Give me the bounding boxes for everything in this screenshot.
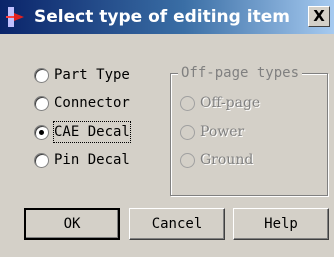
radio-button-ground[interactable] bbox=[180, 153, 195, 168]
cancel-button[interactable]: Cancel bbox=[129, 208, 225, 240]
radio-button-cae-decal[interactable] bbox=[34, 125, 49, 140]
select-editing-item-dialog: Select type of editing item X Part Type … bbox=[0, 0, 334, 257]
selected-dot bbox=[39, 130, 44, 135]
radio-label-off-page: Off-page bbox=[200, 95, 261, 111]
off-page-types-title: Off-page types bbox=[178, 64, 303, 82]
close-button[interactable]: X bbox=[308, 6, 330, 27]
radio-button-pin-decal[interactable] bbox=[34, 153, 49, 168]
radio-label-power: Power bbox=[200, 124, 245, 140]
radio-label-ground: Ground bbox=[200, 152, 254, 168]
title-bar[interactable]: Select type of editing item X bbox=[0, 0, 334, 34]
app-icon bbox=[6, 5, 28, 29]
close-icon: X bbox=[313, 7, 325, 25]
ok-button[interactable]: OK bbox=[24, 208, 120, 240]
dialog-title: Select type of editing item bbox=[34, 7, 290, 27]
radio-button-off-page[interactable] bbox=[180, 96, 195, 111]
radio-button-connector[interactable] bbox=[34, 96, 49, 111]
help-button[interactable]: Help bbox=[233, 208, 329, 240]
radio-button-power[interactable] bbox=[180, 125, 195, 140]
radio-label-part-type: Part Type bbox=[54, 67, 130, 83]
radio-label-connector: Connector bbox=[54, 95, 130, 111]
radio-label-cae-decal: CAE Decal bbox=[53, 121, 131, 143]
radio-button-part-type[interactable] bbox=[34, 68, 49, 83]
radio-label-pin-decal: Pin Decal bbox=[54, 152, 130, 168]
